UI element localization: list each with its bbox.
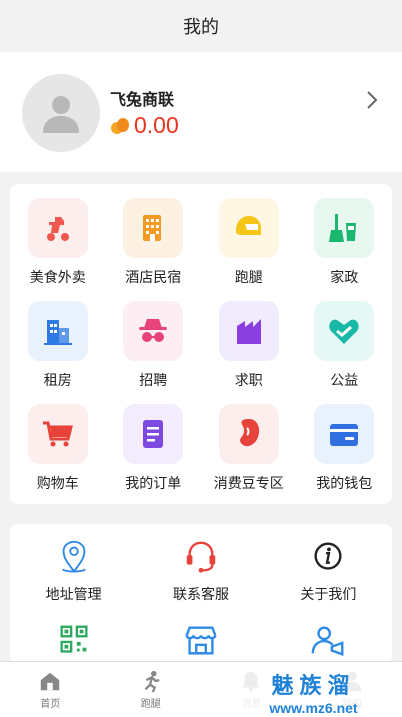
watermark-brand: 魅族溜 [271,674,356,699]
tools-card: 地址管理 联系客服 关于我们我的二维码成为商家成为推广员 [10,524,392,664]
service-item[interactable]: 租房 [10,301,106,404]
location-pin-icon [61,540,86,573]
services-grid: 美食外卖 酒店民宿 跑腿 家政租房 招聘 求职 公益购物车 我的订单 消费豆专区 我的钱包 [10,184,392,507]
service-label: 跑腿 [234,270,263,286]
tool-icon-box [54,622,94,660]
service-icon-box [27,198,88,258]
tool-icon-box [181,622,221,660]
service-label: 招聘 [139,373,168,389]
service-label: 公益 [330,373,359,389]
bean-icon [239,419,259,447]
tab-1[interactable]: 首页 [0,662,101,717]
service-label: 租房 [43,373,72,389]
tool-icon-box [181,538,221,576]
qr-code-icon [60,625,88,653]
service-icon-box [314,301,375,361]
tool-icon-box [54,538,94,576]
spy-icon [139,319,168,342]
tool-label: 关于我们 [300,587,357,603]
tab-2[interactable]: 跑腿 [101,662,202,717]
service-label: 家政 [330,270,359,286]
user-placeholder-icon [43,96,79,133]
page-title: 我的 [183,17,219,38]
profile-card[interactable]: 飞兔商联 0.00 [0,52,402,172]
tool-item[interactable]: 成为商家 [137,622,264,664]
service-label: 求职 [234,373,263,389]
building-icon [43,320,72,345]
service-item[interactable]: 我的订单 [106,404,202,507]
service-item[interactable]: 美食外卖 [10,198,106,301]
tool-item[interactable]: 地址管理 [10,538,137,622]
title-bar: 我的 [0,0,402,52]
tools-grid: 地址管理 联系客服 关于我们我的二维码成为商家成为推广员 [10,524,392,664]
bean-coin-icon [111,117,129,134]
hotel-icon [143,215,162,241]
service-icon-box [314,198,375,258]
tool-item[interactable]: 关于我们 [265,538,392,622]
service-icon-box [218,301,279,361]
tool-item[interactable]: 我的二维码 [10,622,137,664]
service-label: 我的钱包 [316,476,373,492]
watermark: 魅族溜 www.mz6.net [231,667,396,717]
helmet-icon [235,216,261,235]
service-item[interactable]: 消费豆专区 [201,404,297,507]
service-label: 购物车 [36,476,79,492]
tool-label: 地址管理 [45,587,102,603]
service-item[interactable]: 家政 [297,198,393,301]
charity-heart-icon [329,319,359,344]
shop-icon [185,626,217,655]
avatar[interactable] [22,74,100,152]
balance-value: 0.00 [134,112,179,138]
service-item[interactable]: 跑腿 [201,198,297,301]
service-item[interactable]: 求职 [201,301,297,404]
service-icon-box [218,404,279,464]
tool-item[interactable]: 成为推广员 [265,622,392,664]
runner-icon [144,670,160,693]
service-icon-box [218,198,279,258]
service-icon-box [123,404,184,464]
info-icon [314,542,342,570]
watermark-url: www.mz6.net [269,700,358,716]
service-item[interactable]: 购物车 [10,404,106,507]
service-item[interactable]: 酒店民宿 [106,198,202,301]
cart-icon [42,421,73,447]
service-icon-box [123,198,184,258]
service-item[interactable]: 公益 [297,301,393,404]
service-icon-box [27,301,88,361]
city-icon [236,319,261,344]
service-label: 消费豆专区 [213,476,284,492]
tab-label: 跑腿 [140,699,161,710]
balance: 0.00 [110,112,179,139]
tool-label: 联系客服 [172,587,229,603]
wallet-icon [330,424,359,446]
service-icon-box [123,301,184,361]
tool-item[interactable]: 联系客服 [137,538,264,622]
chevron-right-icon[interactable] [366,90,378,110]
service-item[interactable]: 招聘 [106,301,202,404]
tool-icon-box [308,538,348,576]
profile-name: 飞兔商联 [110,90,175,109]
service-label: 我的订单 [125,476,182,492]
services-card: 美食外卖 酒店民宿 跑腿 家政租房 招聘 求职 公益购物车 我的订单 消费豆专区 我的钱包 [10,184,392,504]
home-icon [41,672,60,691]
service-icon-box [314,404,375,464]
headset-icon [186,541,216,573]
service-label: 美食外卖 [29,270,86,286]
broom-icon [329,214,357,242]
promoter-icon [311,626,344,656]
tab-label: 首页 [40,699,61,710]
service-label: 酒店民宿 [125,270,182,286]
service-item[interactable]: 我的钱包 [297,404,393,507]
tool-icon-box [308,622,348,660]
scooter-icon [46,217,69,241]
order-icon [143,420,164,448]
service-icon-box [27,404,88,464]
